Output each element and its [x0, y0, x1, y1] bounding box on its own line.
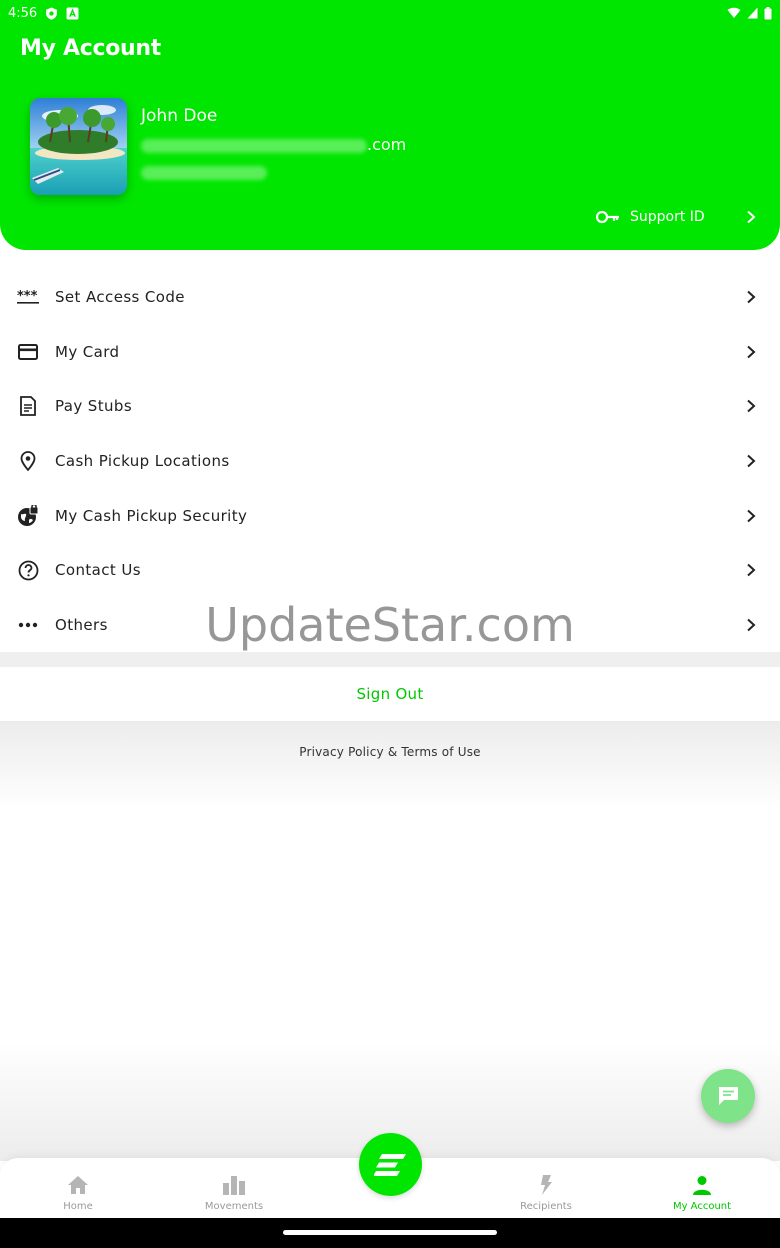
- asterisks-icon: ***: [16, 285, 40, 309]
- chevron-right-icon: [747, 509, 756, 522]
- privacy-terms-link[interactable]: Privacy Policy & Terms of Use: [0, 745, 780, 759]
- user-email: .com: [141, 135, 406, 154]
- menu-item-others[interactable]: Others: [0, 598, 780, 653]
- avatar[interactable]: [30, 98, 127, 195]
- menu-item-cash-pickup-security[interactable]: My Cash Pickup Security: [0, 488, 780, 543]
- nav-home[interactable]: Home: [0, 1158, 156, 1218]
- nav-my-account[interactable]: My Account: [624, 1158, 780, 1218]
- brand-logo-icon: [373, 1153, 406, 1176]
- user-name: John Doe: [141, 106, 218, 126]
- home-icon: [67, 1173, 89, 1197]
- menu-item-label: Pay Stubs: [55, 397, 133, 416]
- menu-item-label: Set Access Code: [55, 288, 185, 307]
- more-dots-icon: [16, 613, 40, 637]
- redacted-phone: [141, 166, 267, 180]
- nav-label: My Account: [672, 1201, 732, 1212]
- location-pin-icon: [16, 449, 40, 473]
- menu-item-contact-us[interactable]: Contact Us: [0, 543, 780, 598]
- nav-recipients[interactable]: Recipients: [468, 1158, 624, 1218]
- email-suffix: .com: [367, 135, 407, 154]
- chevron-right-icon: [747, 618, 756, 632]
- bar-chart-icon: [222, 1173, 246, 1197]
- person-icon: [692, 1173, 712, 1197]
- account-menu: *** Set Access Code My Card Pay Stubs Ca…: [0, 270, 780, 652]
- credit-card-icon: [16, 340, 40, 364]
- section-divider: [0, 652, 780, 667]
- redacted-email: [141, 138, 367, 153]
- menu-item-label: Others: [55, 615, 108, 634]
- chat-button[interactable]: [701, 1069, 755, 1123]
- signal-icon: [747, 7, 758, 19]
- menu-item-label: Contact Us: [55, 561, 141, 580]
- brand-center-button[interactable]: [359, 1133, 422, 1196]
- menu-item-label: My Cash Pickup Security: [55, 506, 248, 525]
- globe-lock-icon: [16, 504, 40, 528]
- chat-bubble-icon: [718, 1087, 738, 1105]
- chevron-right-icon: [747, 400, 756, 413]
- status-bar: 4:56: [0, 0, 780, 26]
- notification-a-icon: [66, 7, 79, 19]
- key-icon: [596, 210, 619, 224]
- shield-icon: [46, 7, 58, 20]
- battery-icon: [764, 6, 772, 19]
- nav-label: Home: [63, 1201, 93, 1212]
- menu-item-cash-pickup-locations[interactable]: Cash Pickup Locations: [0, 434, 780, 489]
- nav-movements[interactable]: Movements: [156, 1158, 312, 1218]
- chevron-right-icon: [747, 454, 756, 468]
- user-phone: [141, 165, 267, 184]
- chevron-right-icon: [747, 291, 756, 304]
- menu-item-label: My Card: [55, 342, 120, 361]
- nav-label: Recipients: [520, 1201, 572, 1212]
- menu-item-label: Cash Pickup Locations: [55, 452, 230, 471]
- svg-text:***: ***: [17, 290, 38, 304]
- page-title: My Account: [20, 36, 161, 61]
- chevron-right-icon: [747, 564, 756, 577]
- menu-item-set-access-code[interactable]: *** Set Access Code: [0, 270, 780, 325]
- menu-item-my-card[interactable]: My Card: [0, 325, 780, 380]
- support-id-label: Support ID: [630, 209, 705, 225]
- menu-item-pay-stubs[interactable]: Pay Stubs: [0, 379, 780, 434]
- chevron-right-icon: [747, 210, 756, 224]
- chevron-right-icon: [747, 345, 756, 359]
- wifi-icon: [727, 7, 741, 18]
- nav-label: Movements: [204, 1201, 264, 1212]
- status-time: 4:56: [8, 5, 38, 21]
- document-icon: [16, 394, 40, 418]
- support-id-link[interactable]: Support ID: [596, 204, 756, 230]
- footer-area: [0, 721, 780, 1161]
- avatar-image: [30, 98, 127, 195]
- account-header: 4:56 My Account John Doe .com Support ID: [0, 0, 780, 250]
- home-gesture-pill[interactable]: [283, 1230, 497, 1235]
- help-circle-icon: [16, 558, 40, 582]
- sign-out-button[interactable]: Sign Out: [0, 667, 780, 721]
- bolt-icon: [539, 1173, 553, 1197]
